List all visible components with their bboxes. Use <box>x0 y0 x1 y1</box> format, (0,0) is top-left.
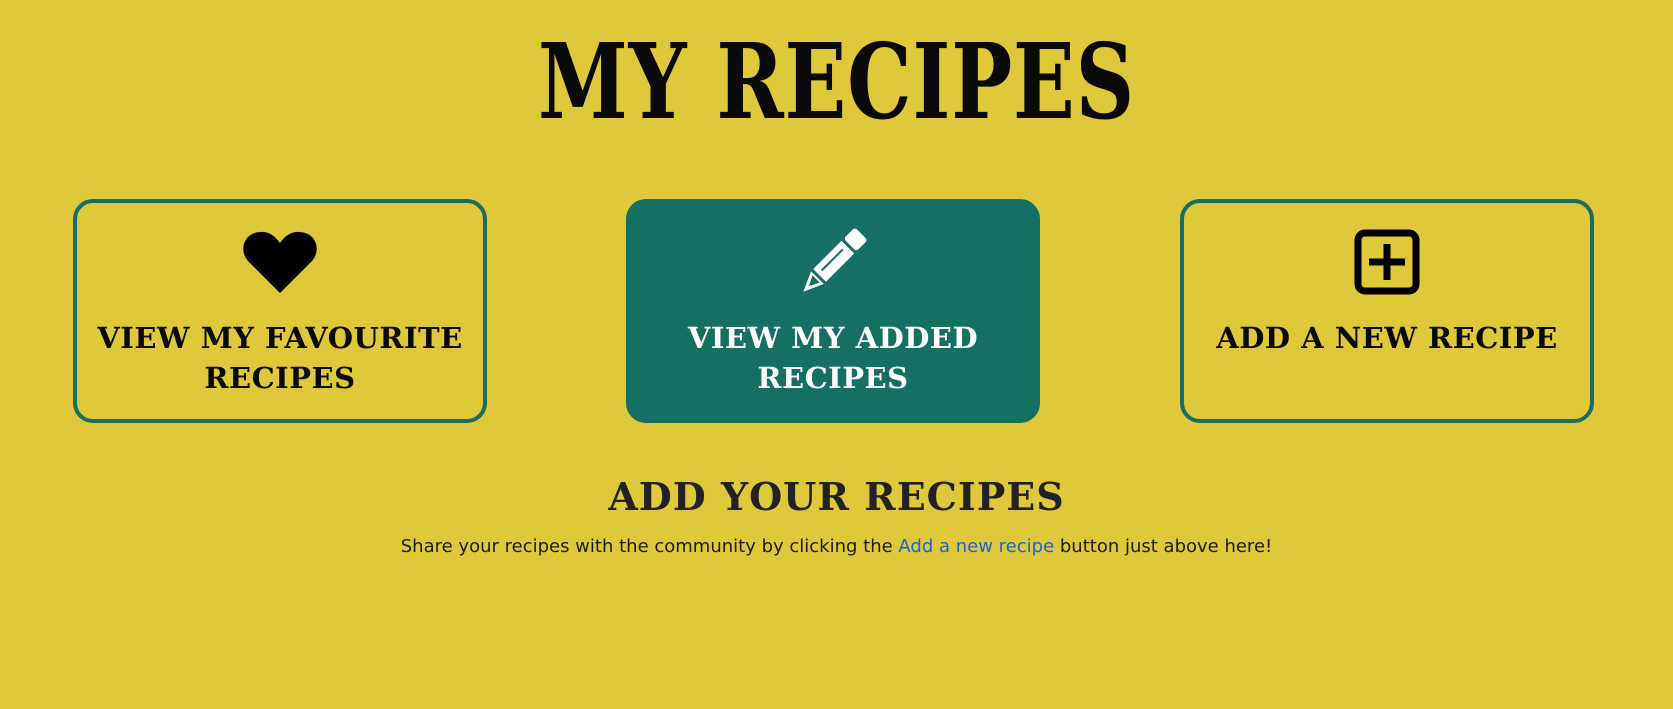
plus-square-icon <box>1184 229 1590 295</box>
view-added-recipes-label: VIEW MY ADDED RECIPES <box>687 321 979 395</box>
view-favourite-recipes-label: VIEW MY FAVOURITE RECIPES <box>97 321 463 395</box>
add-new-recipe-button[interactable]: ADD A NEW RECIPE <box>1180 199 1594 423</box>
section-heading: ADD YOUR RECIPES <box>608 474 1065 519</box>
view-added-recipes-button[interactable]: VIEW MY ADDED RECIPES <box>626 199 1040 423</box>
page-title: MY RECIPES <box>538 20 1135 143</box>
section-text-before: Share your recipes with the community by… <box>400 536 899 557</box>
add-new-recipe-label: ADD A NEW RECIPE <box>1216 321 1558 355</box>
pencil-icon <box>630 228 1036 295</box>
add-new-recipe-link[interactable]: Add a new recipe <box>898 536 1054 557</box>
heart-icon <box>77 229 483 295</box>
view-favourite-recipes-button[interactable]: VIEW MY FAVOURITE RECIPES <box>73 199 487 423</box>
section-text-after: button just above here! <box>1054 536 1273 557</box>
section-description: Share your recipes with the community by… <box>0 533 1673 561</box>
